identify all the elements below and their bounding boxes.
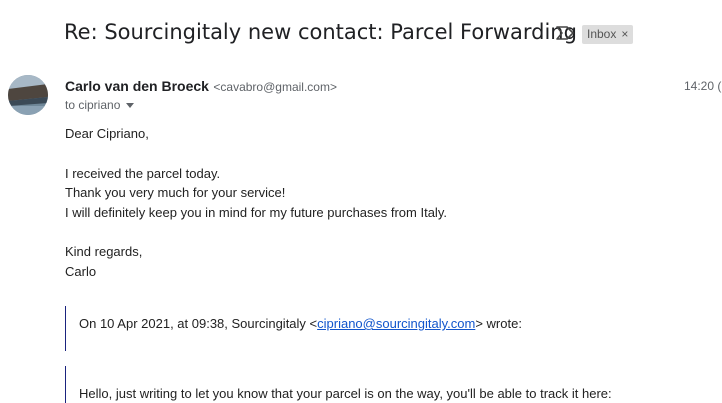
quote-text: Hello, just writing to let you know that… [79,386,612,401]
body-line: I will definitely keep you in mind for m… [65,205,447,220]
recipient-line[interactable]: to cipriano [65,98,135,112]
quote-header: On 10 Apr 2021, at 09:38, Sourcingitaly … [79,316,522,331]
quote-bar [65,366,66,403]
inbox-label-badge: Inbox × [582,25,634,44]
quote-header-suffix: > wrote: [475,316,522,331]
quote-bar [65,306,66,351]
chevron-down-icon[interactable] [126,103,135,108]
body-line: I received the parcel today. [65,166,221,181]
body-line: Thank you very much for your service! [65,185,286,200]
important-marker-icon[interactable] [555,26,575,40]
sender-line: Carlo van den Broeck <cavabro@gmail.com> [65,78,337,96]
email-subject: Re: Sourcingitaly new contact: Parcel Fo… [64,20,577,44]
sender-email: <cavabro@gmail.com> [213,80,337,94]
body-signoff: Kind regards, [65,244,143,259]
email-timestamp: 14:20 ( [684,79,722,93]
quote-header-prefix: On 10 Apr 2021, at 09:38, Sourcingitaly … [79,316,318,331]
inbox-label-text: Inbox [587,27,617,41]
body-greeting: Dear Cipriano, [65,126,149,141]
avatar[interactable] [8,75,48,115]
sender-name[interactable]: Carlo van den Broeck [65,78,209,94]
quote-email-link[interactable]: cipriano@sourcingitaly.com [317,316,475,331]
body-signature: Carlo [65,264,97,279]
recipient-text: to cipriano [65,98,121,112]
remove-label-icon[interactable]: × [621,27,628,41]
